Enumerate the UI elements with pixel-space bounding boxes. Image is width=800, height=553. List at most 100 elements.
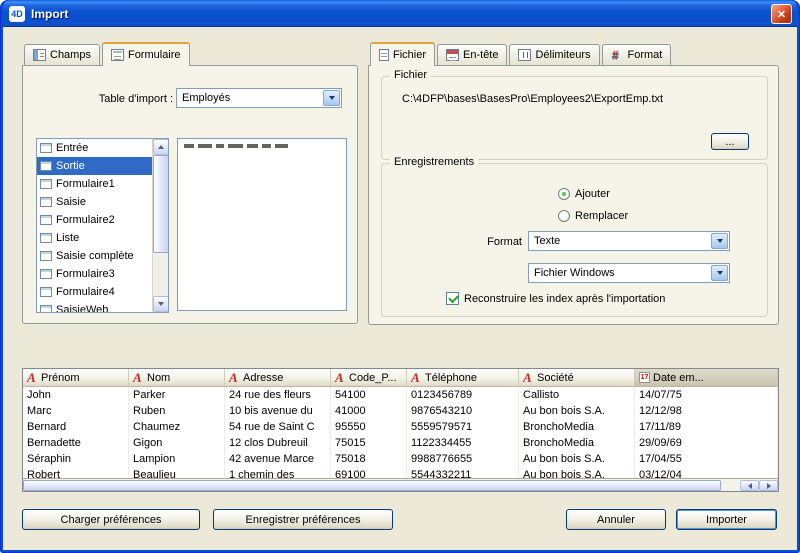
combo-dropdown-button[interactable] (711, 265, 728, 281)
column-header[interactable]: 17Date em... (635, 369, 778, 387)
records-groupbox: Enregistrements Ajouter Remplacer Format… (381, 163, 768, 317)
table-cell: 75018 (331, 451, 407, 467)
arrow-up-icon (158, 145, 164, 149)
table-cell: Lampion (129, 451, 225, 467)
form-list-item[interactable]: Entrée (37, 139, 152, 157)
radio-button-icon (558, 210, 570, 222)
tab-delimiteurs-label: Délimiteurs (535, 49, 590, 61)
table-horizontal-scrollbar[interactable] (23, 478, 778, 491)
tab-format-label: Format (628, 49, 663, 61)
table-cell: Marc (23, 403, 129, 419)
table-cell: John (23, 387, 129, 403)
form-listbox: Entrée Sortie Formulaire1Saisie Formulaire2… (36, 138, 169, 313)
column-header[interactable]: ASociété (519, 369, 635, 387)
load-preferences-button[interactable]: Charger préférences (22, 509, 200, 530)
browse-button[interactable]: ... (711, 133, 749, 150)
radio-ajouter-label: Ajouter (575, 188, 610, 200)
form-list-scrollbar[interactable] (152, 139, 168, 312)
form-list-item[interactable]: Formulaire3 (37, 265, 152, 283)
column-header[interactable]: ANom (129, 369, 225, 387)
form-list-item[interactable]: Saisie complète (37, 247, 152, 265)
table-cell: 42 avenue Marce (225, 451, 331, 467)
form-list-item[interactable]: Sortie (37, 157, 152, 175)
table-cell: Séraphin (23, 451, 129, 467)
form-list-item-label: Liste (56, 232, 79, 244)
table-cell: 24 rue des fleurs (225, 387, 331, 403)
column-header-label: Prénom (41, 372, 80, 384)
scrollbar-thumb[interactable] (153, 155, 169, 253)
form-icon (40, 251, 52, 261)
table-cell: Chaumez (129, 419, 225, 435)
table-cell: BronchoMedia (519, 435, 635, 451)
arrow-down-icon (158, 302, 164, 306)
preview-table-header: APrénomANomAAdresseACode_P...ATéléphoneA… (23, 369, 778, 387)
close-button[interactable]: ✕ (771, 4, 792, 24)
alpha-field-icon: A (335, 372, 346, 383)
combo-dropdown-button[interactable] (711, 233, 728, 249)
tab-formulaire[interactable]: Formulaire (102, 42, 190, 66)
import-dialog: 4D Import ✕ Champs Formulaire Table d'im… (0, 0, 800, 553)
left-tab-strip: Champs Formulaire (24, 42, 192, 66)
file-groupbox: Fichier C:\4DFP\bases\BasesPro\Employees… (381, 76, 768, 160)
table-row[interactable]: BernardChaumez54 rue de Saint C955505559… (23, 419, 778, 435)
form-list-item[interactable]: Liste (37, 229, 152, 247)
tab-delimiteurs[interactable]: Délimiteurs (509, 44, 599, 65)
radio-ajouter[interactable]: Ajouter (558, 188, 610, 200)
table-cell: 5559579571 (407, 419, 519, 435)
import-button[interactable]: Importer (676, 509, 777, 530)
tab-champs[interactable]: Champs (24, 44, 100, 65)
rebuild-index-label: Reconstruire les index après l'importati… (464, 293, 665, 305)
chevron-down-icon (717, 239, 723, 243)
form-list-item-label: Formulaire2 (56, 214, 115, 226)
scroll-right-button[interactable] (759, 480, 778, 491)
form-list-item[interactable]: Saisie (37, 193, 152, 211)
form-icon (40, 269, 52, 279)
table-import-combobox[interactable]: Employés (176, 88, 342, 108)
combo-dropdown-button[interactable] (323, 90, 340, 106)
table-cell: 17/11/89 (635, 419, 778, 435)
tab-fichier-label: Fichier (393, 49, 426, 61)
preview-table: APrénomANomAAdresseACode_P...ATéléphoneA… (22, 368, 779, 492)
calendar-field-icon: 17 (639, 372, 650, 383)
table-row[interactable]: MarcRuben10 bis avenue du410009876543210… (23, 403, 778, 419)
table-row[interactable]: JohnParker24 rue des fleurs5410001234567… (23, 387, 778, 403)
tab-fichier[interactable]: Fichier (370, 42, 435, 66)
fields-icon (33, 49, 46, 61)
form-icon (40, 161, 52, 171)
tab-en-tete[interactable]: En-tête (437, 44, 507, 65)
chevron-down-icon (717, 271, 723, 275)
table-row[interactable]: BernadetteGigon12 clos Dubreuil750151122… (23, 435, 778, 451)
table-cell: 0123456789 (407, 387, 519, 403)
scrollbar-thumb[interactable] (23, 480, 721, 491)
table-row[interactable]: SéraphinLampion42 avenue Marce7501899887… (23, 451, 778, 467)
column-header-label: Code_P... (349, 372, 397, 384)
tab-format[interactable]: Format (602, 44, 672, 65)
title-bar[interactable]: 4D Import ✕ (3, 0, 797, 27)
form-list-item[interactable]: Formulaire2 (37, 211, 152, 229)
scroll-left-button[interactable] (740, 480, 759, 491)
scroll-down-button[interactable] (153, 296, 169, 312)
delimiters-icon (518, 49, 531, 61)
column-header[interactable]: AAdresse (225, 369, 331, 387)
form-list-item[interactable]: Formulaire1 (37, 175, 152, 193)
form-list-item[interactable]: Formulaire4 (37, 283, 152, 301)
column-header[interactable]: ACode_P... (331, 369, 407, 387)
save-preferences-button[interactable]: Enregistrer préférences (213, 509, 393, 530)
arrow-left-icon (748, 483, 752, 489)
file-path-text: C:\4DFP\bases\BasesPro\Employees2\Export… (402, 93, 663, 105)
scroll-up-button[interactable] (153, 139, 169, 155)
form-icon (40, 287, 52, 297)
radio-remplacer[interactable]: Remplacer (558, 210, 628, 222)
format-combobox[interactable]: Texte (528, 231, 730, 251)
column-header[interactable]: APrénom (23, 369, 129, 387)
encoding-combobox[interactable]: Fichier Windows (528, 263, 730, 283)
cancel-button[interactable]: Annuler (566, 509, 666, 530)
form-list-item[interactable]: SaisieWeb (37, 301, 152, 312)
column-header[interactable]: ATéléphone (407, 369, 519, 387)
rebuild-index-checkbox[interactable]: Reconstruire les index après l'importati… (446, 292, 665, 305)
table-cell: 17/04/55 (635, 451, 778, 467)
tab-champs-label: Champs (50, 49, 91, 61)
alpha-field-icon: A (27, 372, 38, 383)
form-list-item-label: Sortie (56, 160, 85, 172)
table-import-label: Table d'import : (63, 93, 173, 105)
